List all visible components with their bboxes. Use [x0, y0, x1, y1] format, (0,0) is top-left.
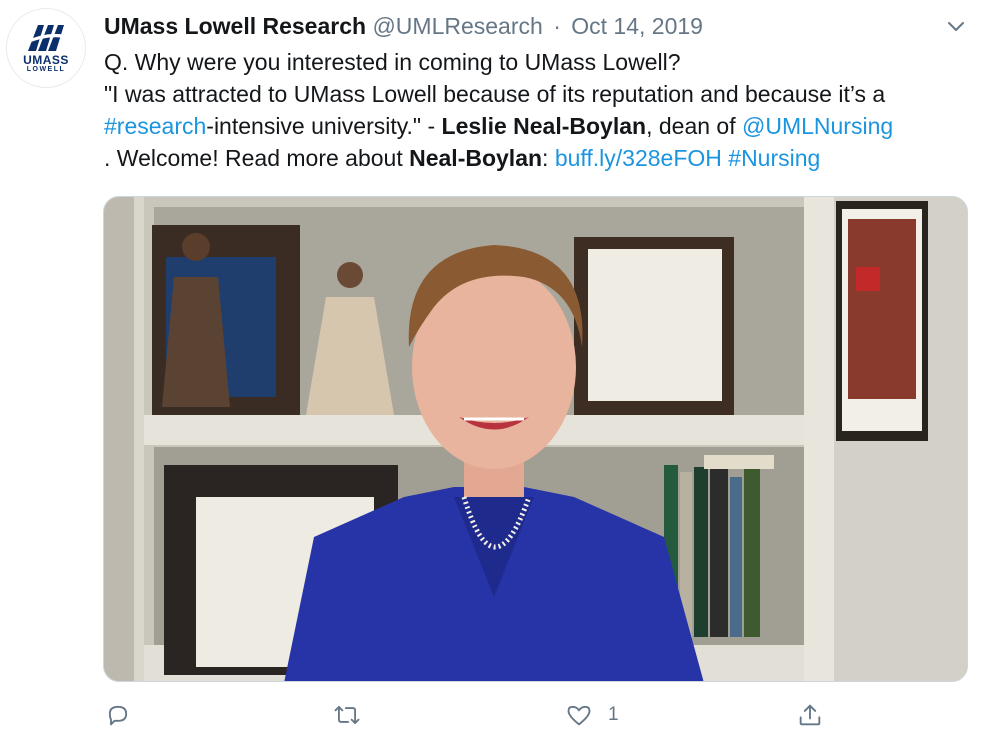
tweet-line-4: . Welcome! Read more about Neal-Boylan: …: [104, 142, 984, 174]
tweet-text-segment: , dean of: [646, 113, 742, 139]
like-button[interactable]: 1: [564, 700, 619, 730]
tweet-text: Q. Why were you interested in coming to …: [104, 46, 984, 174]
logo-subtext: LOWELL: [26, 65, 66, 73]
hashtag-research[interactable]: #research: [104, 113, 206, 139]
like-count: 1: [608, 704, 619, 725]
tweet-line-3: #research-intensive university." - Lesli…: [104, 110, 984, 142]
tweet-line-1: Q. Why were you interested in coming to …: [104, 49, 681, 75]
retweet-button[interactable]: [332, 700, 362, 730]
tweet-text-segment: . Welcome! Read more about: [104, 145, 410, 171]
tweet-photo[interactable]: [103, 196, 968, 682]
share-icon: [799, 704, 821, 726]
logo-text: UMASS: [23, 52, 69, 67]
tweet-header: UMass Lowell Research @UMLResearch · Oct…: [104, 10, 940, 42]
reply-button[interactable]: [104, 700, 132, 730]
tweet-date[interactable]: Oct 14, 2019: [571, 13, 703, 39]
bold-name: Leslie Neal-Boylan: [441, 113, 647, 139]
tweet-card[interactable]: UMASS LOWELL UMass Lowell Research @UMLR…: [0, 0, 1000, 732]
mention-umlnursing[interactable]: @UMLNursing: [742, 113, 893, 139]
hashtag-nursing[interactable]: #Nursing: [728, 145, 820, 171]
more-options-button[interactable]: [944, 14, 968, 38]
share-button[interactable]: [796, 700, 824, 730]
umass-logo-icon: [26, 24, 66, 51]
separator: ·: [553, 13, 561, 39]
heart-icon: [567, 705, 591, 726]
user-handle[interactable]: @UMLResearch: [372, 13, 542, 39]
tweet-text-segment: -intensive university." -: [206, 113, 442, 139]
avatar[interactable]: UMASS LOWELL: [6, 8, 86, 88]
tweet-text-segment: :: [542, 145, 555, 171]
tweet-actions: 1: [104, 700, 844, 730]
bold-name-short: Neal-Boylan: [409, 145, 543, 171]
reply-icon: [108, 705, 128, 726]
retweet-icon: [334, 706, 360, 724]
tweet-line-2: "I was attracted to UMass Lowell because…: [104, 81, 886, 107]
display-name[interactable]: UMass Lowell Research: [104, 13, 366, 39]
tweet-url[interactable]: buff.ly/328eFOH: [555, 145, 722, 171]
chevron-down-icon: [948, 22, 964, 31]
